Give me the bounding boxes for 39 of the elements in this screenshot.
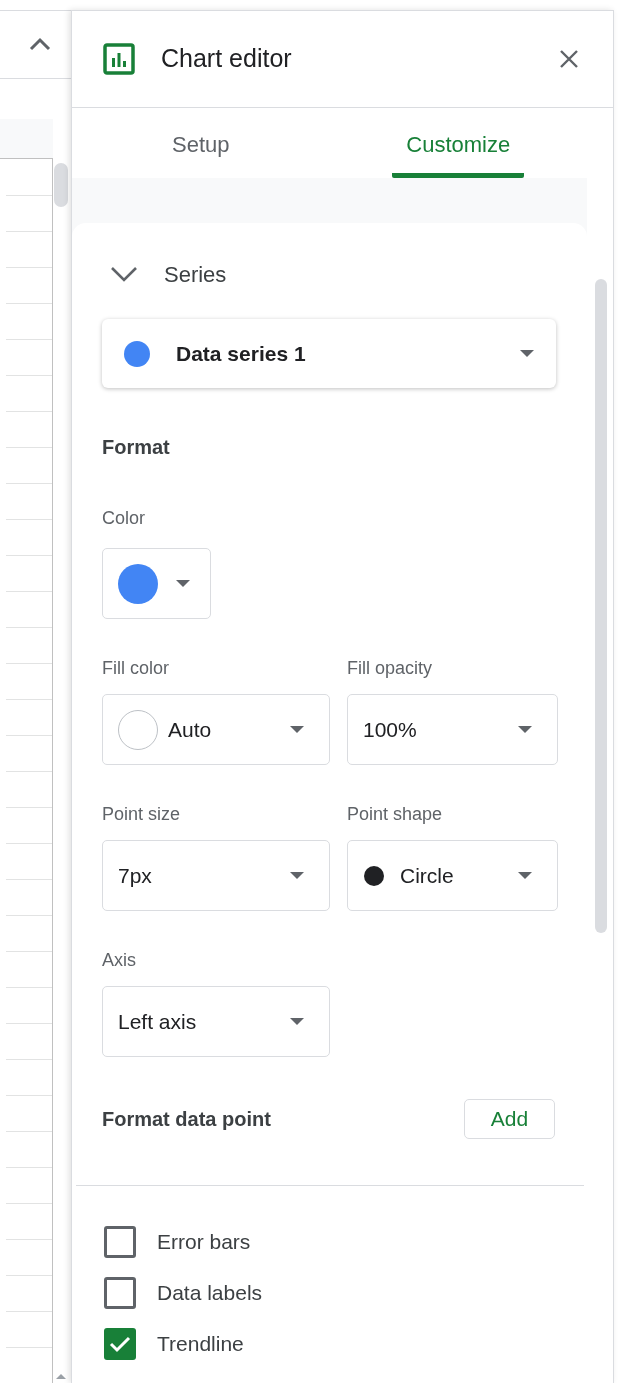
check-icon <box>109 1335 131 1353</box>
dropdown-caret-icon <box>290 726 304 733</box>
dropdown-caret-icon <box>518 726 532 733</box>
panel-title: Chart editor <box>161 43 292 75</box>
dropdown[interactable]: Auto <box>102 694 330 765</box>
series-section-header[interactable]: Series <box>102 258 556 290</box>
scrollbar-thumb[interactable] <box>595 279 607 933</box>
dropdown[interactable]: 100% <box>347 694 558 765</box>
dropdown-caret-icon <box>176 580 190 587</box>
checkbox-label: Trendline <box>157 1331 244 1358</box>
dropdown-caret-icon <box>518 872 532 879</box>
checkbox[interactable] <box>104 1277 136 1309</box>
close-icon[interactable] <box>559 49 579 69</box>
section-heading: Format <box>102 435 171 460</box>
caret-up-icon[interactable] <box>29 37 51 51</box>
dropdown-caret-icon <box>520 350 534 357</box>
checkbox-label: Error bars <box>157 1229 251 1256</box>
dropdown[interactable]: Circle <box>347 840 558 911</box>
field-label: Point shape <box>347 803 444 823</box>
tab[interactable]: Setup <box>158 128 244 178</box>
field-label: Fill opacity <box>347 657 434 677</box>
field-label: Color <box>102 507 146 530</box>
scrollbar-thumb[interactable] <box>54 163 68 207</box>
dropdown-caret-icon <box>290 1018 304 1025</box>
add-button[interactable]: Add <box>464 1099 555 1139</box>
scroll-up-arrow-icon[interactable] <box>56 1374 66 1379</box>
section-heading: Format data point <box>102 1107 271 1132</box>
checkbox[interactable] <box>104 1328 136 1360</box>
series-dropdown[interactable]: Data series 1 <box>102 319 556 388</box>
field-label: Point size <box>102 803 182 823</box>
dropdown[interactable]: 7px <box>102 840 330 911</box>
checkbox-label: Data labels <box>157 1280 263 1307</box>
field-label: Fill color <box>102 657 170 677</box>
checkbox[interactable] <box>104 1226 136 1258</box>
chart-icon <box>103 43 135 75</box>
dropdown[interactable]: Left axis <box>102 986 330 1057</box>
dropdown-caret-icon <box>290 872 304 879</box>
field-label: Axis <box>102 949 137 969</box>
color-picker-button[interactable] <box>102 548 211 619</box>
